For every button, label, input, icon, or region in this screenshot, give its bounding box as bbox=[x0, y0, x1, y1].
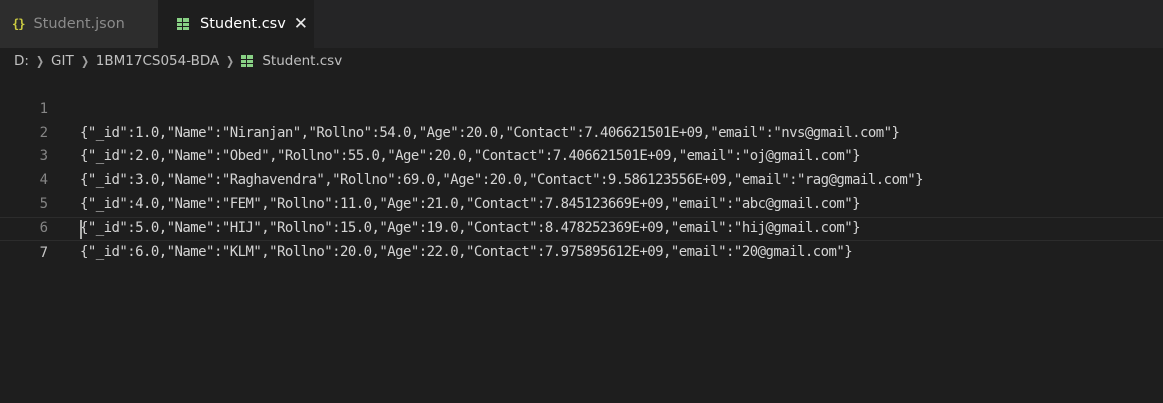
editor-line: 4 {"_id":4.0,"Name":"FEM","Rollno":11.0,… bbox=[0, 145, 1163, 212]
editor-line: 3 {"_id":3.0,"Name":"Raghavendra","Rolln… bbox=[0, 122, 1163, 188]
text-cursor bbox=[80, 219, 82, 239]
csv-file-icon bbox=[241, 55, 254, 67]
editor-line: 1 {"_id":1.0,"Name":"Niranjan","Rollno":… bbox=[0, 74, 1163, 141]
tab-student-json[interactable]: {} Student.json bbox=[0, 0, 158, 48]
chevron-right-icon: ❯ bbox=[35, 54, 45, 68]
editor-line: 5 {"_id":5.0,"Name":"HIJ","Rollno":15.0,… bbox=[0, 169, 1163, 236]
line-text: {"_id":6.0,"Name":"KLM","Rollno":20.0,"A… bbox=[80, 243, 853, 260]
tab-student-csv[interactable]: Student.csv ✕ bbox=[158, 0, 314, 48]
json-icon: {} bbox=[12, 17, 25, 31]
chevron-right-icon: ❯ bbox=[226, 54, 235, 68]
editor-line: 6 {"_id":6.0,"Name":"KLM","Rollno":20.0,… bbox=[0, 193, 1163, 260]
tab-label: Student.json bbox=[33, 16, 125, 32]
breadcrumb-folder-git[interactable]: GIT bbox=[51, 53, 74, 69]
editor-line-current: 7 bbox=[0, 216, 1163, 261]
line-number: 7 bbox=[39, 244, 48, 261]
breadcrumb-folder-project[interactable]: 1BM17CS054-BDA bbox=[96, 53, 219, 69]
breadcrumb: D: ❯ GIT ❯ 1BM17CS054-BDA ❯ Student.csv bbox=[0, 48, 1163, 74]
code-editor[interactable]: 1 {"_id":1.0,"Name":"Niranjan","Rollno":… bbox=[0, 74, 1163, 403]
csv-file-icon bbox=[177, 18, 189, 30]
editor-line: 2 {"_id":2.0,"Name":"Obed","Rollno":55.0… bbox=[0, 98, 1163, 165]
breadcrumb-drive[interactable]: D: bbox=[14, 53, 29, 69]
chevron-right-icon: ❯ bbox=[80, 54, 89, 68]
tab-label: Student.csv bbox=[200, 16, 286, 32]
breadcrumb-file[interactable]: Student.csv bbox=[262, 53, 342, 69]
tab-bar: {} Student.json Student.csv ✕ bbox=[0, 0, 1163, 48]
close-icon[interactable]: ✕ bbox=[294, 15, 308, 33]
